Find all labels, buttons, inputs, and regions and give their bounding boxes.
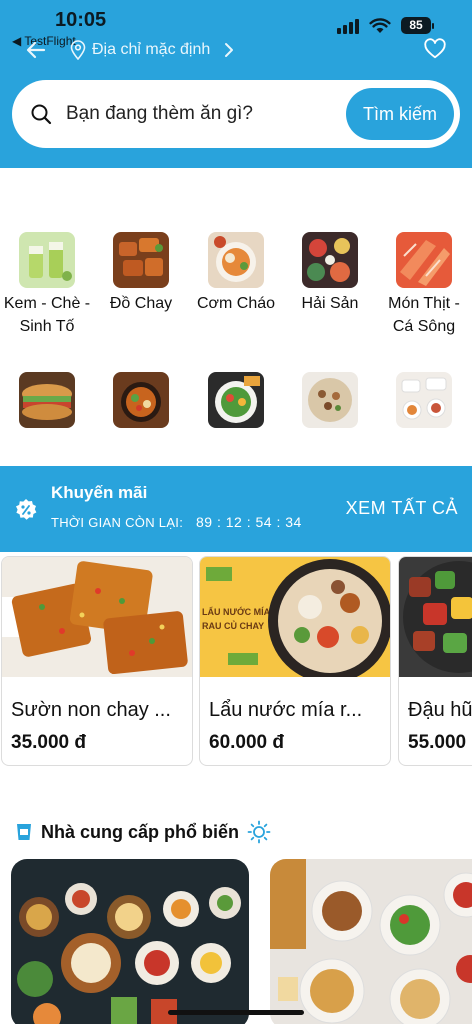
hotpot-photo bbox=[113, 372, 169, 428]
favorite-heart-icon[interactable] bbox=[424, 38, 446, 60]
chevron-right-icon bbox=[225, 43, 234, 57]
product-price: 55.000 bbox=[408, 732, 467, 753]
product-card[interactable]: Sườn non chay ... 35.000 đ bbox=[1, 556, 193, 766]
noodle-photo bbox=[302, 372, 358, 428]
category-item[interactable] bbox=[189, 372, 283, 432]
category-label: Món Thịt - Cá Sông bbox=[388, 295, 460, 335]
rice-porridge-photo bbox=[208, 232, 264, 288]
search-input[interactable] bbox=[66, 94, 336, 134]
category-label: Đồ Chay bbox=[109, 295, 173, 312]
category-label: Cơm Cháo bbox=[196, 295, 276, 312]
product-image: LẨU NƯỚC MÍA RAU CỦ CHAY bbox=[200, 557, 390, 677]
meat-fish-photo bbox=[396, 232, 452, 288]
app-screen: 10:05 ◀ TestFlight 85 Địa chỉ mặc định B… bbox=[0, 0, 472, 1024]
wifi-icon bbox=[369, 17, 391, 33]
home-indicator bbox=[168, 1010, 304, 1015]
promotion-bar: Khuyến mãi THỜI GIAN CÒN LẠI: 89 : 12 : … bbox=[0, 466, 472, 552]
sun-icon bbox=[247, 820, 271, 844]
seafood-photo bbox=[302, 232, 358, 288]
product-name: Đậu hũ bbox=[408, 699, 472, 721]
status-icons: 85 bbox=[337, 17, 434, 34]
salad-photo bbox=[208, 372, 264, 428]
category-item[interactable] bbox=[94, 372, 188, 432]
category-item[interactable] bbox=[0, 372, 94, 432]
back-arrow-icon[interactable] bbox=[24, 36, 48, 64]
banh-mi-photo bbox=[19, 372, 75, 428]
product-banner-text: LẨU NƯỚC MÍA bbox=[202, 606, 271, 617]
promotion-countdown: 89 : 12 : 54 : 34 bbox=[196, 514, 302, 530]
promotion-timer-label: THỜI GIAN CÒN LẠI: bbox=[51, 515, 184, 530]
category-item[interactable]: Cơm Cháo bbox=[189, 232, 283, 315]
battery-icon: 85 bbox=[401, 17, 434, 34]
status-time: 10:05 bbox=[55, 9, 107, 31]
suppliers-title: Nhà cung cấp phổ biến bbox=[41, 821, 240, 842]
address-label: Địa chỉ mặc định bbox=[92, 41, 211, 58]
battery-level: 85 bbox=[401, 17, 431, 34]
category-item[interactable]: Kem - Chè - Sinh Tố bbox=[0, 232, 94, 338]
search-icon bbox=[31, 104, 52, 125]
category-item[interactable] bbox=[283, 372, 377, 432]
category-item[interactable]: Hải Sản bbox=[283, 232, 377, 315]
smoothie-photo bbox=[19, 232, 75, 288]
product-image bbox=[2, 557, 192, 677]
category-item[interactable] bbox=[377, 372, 471, 432]
category-item[interactable]: Đồ Chay bbox=[94, 232, 188, 315]
product-name: Sườn non chay ... bbox=[11, 699, 171, 721]
see-all-button[interactable]: XEM TẤT CẢ bbox=[346, 498, 458, 519]
product-price: 35.000 đ bbox=[11, 732, 86, 753]
snack-photo bbox=[396, 372, 452, 428]
search-bar: Tìm kiếm bbox=[12, 80, 460, 148]
suppliers-header: Nhà cung cấp phổ biến bbox=[15, 820, 271, 844]
signal-icon bbox=[337, 18, 359, 34]
promotion-title: Khuyến mãi bbox=[51, 483, 148, 502]
product-card[interactable]: LẨU NƯỚC MÍA RAU CỦ CHAY Lẩu nước mía r.… bbox=[199, 556, 391, 766]
product-image bbox=[399, 557, 472, 677]
cup-icon bbox=[17, 824, 31, 840]
product-price: 60.000 đ bbox=[209, 732, 284, 753]
supplier-card[interactable] bbox=[270, 859, 472, 1024]
supplier-image bbox=[270, 859, 472, 1024]
promotion-products: Sườn non chay ... 35.000 đ LẨU NƯỚC MÍA … bbox=[0, 556, 472, 768]
category-label: Kem - Chè - Sinh Tố bbox=[3, 295, 91, 335]
category-label: Hải Sản bbox=[301, 295, 359, 312]
nav-row: Địa chỉ mặc định bbox=[0, 36, 472, 66]
product-card[interactable]: Đậu hũ 55.000 bbox=[398, 556, 472, 766]
location-pin-icon bbox=[70, 40, 86, 60]
vegan-food-photo bbox=[113, 232, 169, 288]
supplier-image bbox=[11, 859, 249, 1024]
supplier-card[interactable] bbox=[11, 859, 249, 1024]
header: 10:05 ◀ TestFlight 85 Địa chỉ mặc định B… bbox=[0, 0, 472, 168]
category-item[interactable]: Món Thịt - Cá Sông bbox=[377, 232, 471, 338]
product-name: Lẩu nước mía r... bbox=[209, 699, 363, 721]
product-banner-text: RAU CỦ CHAY bbox=[202, 620, 264, 631]
discount-badge-icon bbox=[16, 499, 37, 520]
address-selector[interactable]: Địa chỉ mặc định bbox=[70, 40, 236, 60]
search-button[interactable]: Tìm kiếm bbox=[346, 88, 454, 140]
